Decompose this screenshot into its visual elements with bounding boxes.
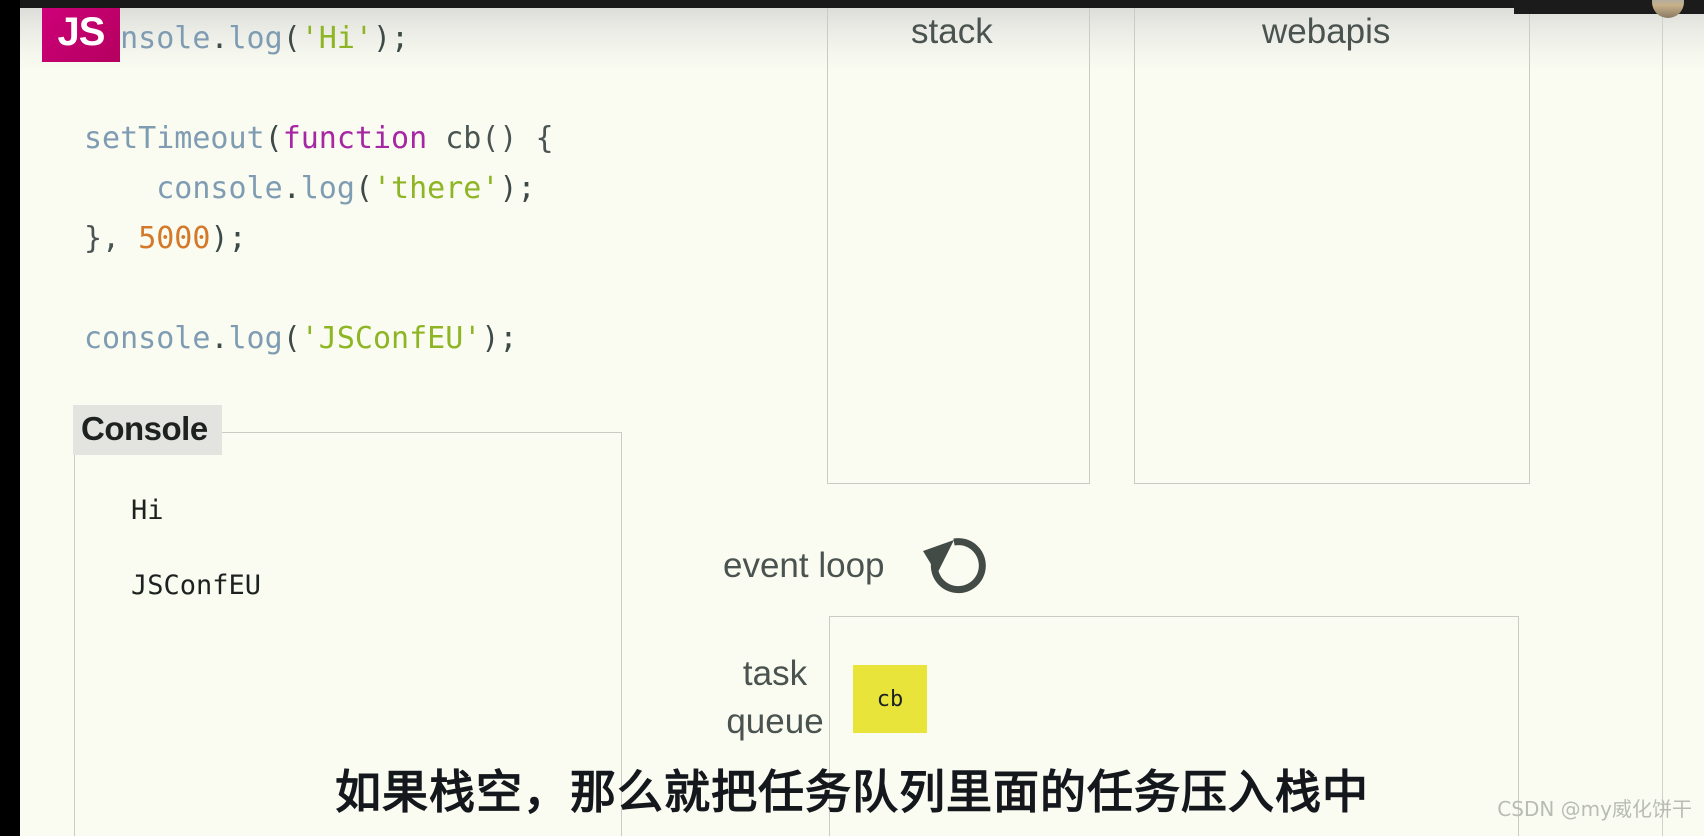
console-output: Hi JSConfEU: [75, 433, 621, 601]
task-queue-item-cb: cb: [853, 665, 927, 733]
javascript-logo-text: JS: [57, 10, 106, 54]
code-token: console: [84, 321, 211, 356]
code-line-7: console.log('JSConfEU');: [84, 314, 554, 364]
console-line: Hi: [131, 495, 164, 526]
code-token: );: [373, 21, 410, 56]
webapis-label: webapis: [1262, 12, 1391, 51]
code-token: );: [481, 321, 518, 356]
code-token: function: [282, 121, 428, 156]
code-token: },: [84, 221, 139, 256]
video-letterbox-left: [0, 0, 20, 836]
task-queue-label: task queue: [723, 650, 827, 746]
video-frame: console.log('Hi'); setTimeout(function c…: [0, 0, 1704, 836]
slide-right-rule: [1662, 0, 1663, 836]
code-token: cb() {: [427, 121, 554, 156]
code-line-5: }, 5000);: [84, 214, 554, 264]
code-token: (: [282, 21, 301, 56]
javascript-logo: JS: [42, 0, 120, 62]
code-line-4: console.log('there');: [84, 164, 554, 214]
video-subtitle: 如果栈空，那么就把任务队列里面的任务压入栈中: [335, 766, 1369, 818]
code-token: 5000: [138, 221, 211, 256]
event-loop-label: event loop: [723, 546, 885, 585]
code-token: 'JSConfEU': [300, 321, 482, 356]
call-stack-label: stack: [911, 12, 993, 51]
code-token: );: [210, 221, 247, 256]
task-queue-item-cb-label: cb: [876, 686, 904, 712]
code-token: (: [354, 171, 373, 206]
console-line: JSConfEU: [131, 570, 262, 601]
code-token: log: [228, 321, 283, 356]
code-token: );: [499, 171, 536, 206]
circular-arrow-icon: [922, 538, 986, 594]
code-token: .: [282, 171, 301, 206]
task-queue-label-line2: queue: [726, 702, 824, 741]
code-line-3: setTimeout(function cb() {: [84, 114, 554, 164]
code-token: log: [228, 21, 283, 56]
code-token: (: [264, 121, 283, 156]
webapis-box: [1134, 0, 1530, 484]
csdn-watermark: CSDN @my威化饼干: [1497, 797, 1692, 821]
code-token: console: [156, 171, 283, 206]
code-line-1: console.log('Hi');: [84, 14, 554, 64]
code-token: setTimeout: [84, 121, 265, 156]
console-panel-title: Console: [73, 405, 222, 455]
code-block: console.log('Hi'); setTimeout(function c…: [84, 14, 554, 364]
code-token: 'Hi': [300, 21, 373, 56]
code-token: .: [210, 321, 229, 356]
task-queue-label-line1: task: [742, 654, 808, 693]
code-token: 'there': [373, 171, 500, 206]
code-token: log: [300, 171, 355, 206]
code-token: .: [210, 21, 229, 56]
call-stack-box: [827, 0, 1090, 484]
video-top-bar: [0, 0, 1704, 8]
code-token: (: [282, 321, 301, 356]
event-loop: event loop: [723, 534, 991, 598]
